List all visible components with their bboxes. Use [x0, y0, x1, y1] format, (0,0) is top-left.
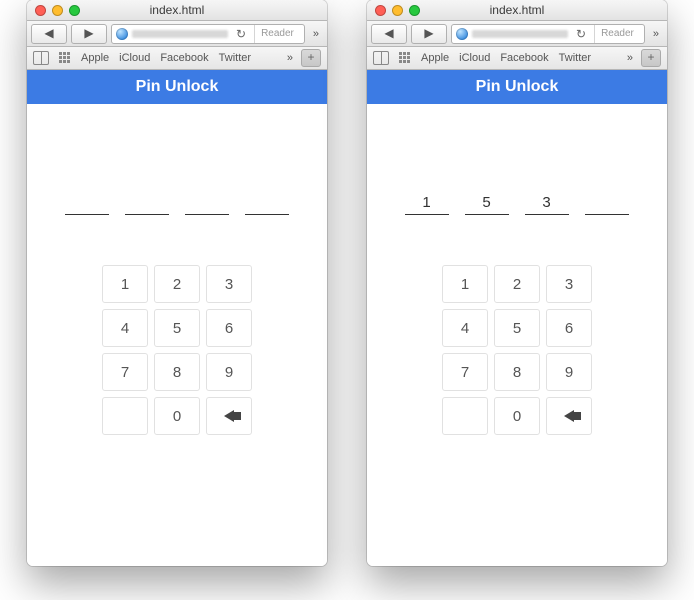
numeric-keypad: 123 456 7890 [102, 265, 252, 435]
bookmark-item[interactable]: Facebook [160, 52, 208, 64]
bookmarks-overflow-icon[interactable]: » [283, 52, 297, 64]
bookmarks-overflow: »+ [623, 49, 661, 67]
app-header: Pin Unlock [367, 70, 667, 104]
keypad-7[interactable]: 7 [442, 353, 488, 391]
top-sites-grid-icon[interactable] [399, 52, 411, 64]
reload-button[interactable]: ↻ [572, 27, 590, 41]
keypad-8[interactable]: 8 [154, 353, 200, 391]
url-text [132, 30, 228, 38]
bookmark-item[interactable]: Facebook [500, 52, 548, 64]
keypad-blank [442, 397, 488, 435]
back-arrow-icon [224, 410, 234, 422]
zoom-window-button[interactable] [69, 5, 80, 16]
keypad-7[interactable]: 7 [102, 353, 148, 391]
bookmark-item[interactable]: Apple [81, 52, 109, 64]
browser-toolbar: ◀▶ ↻ Reader » [367, 21, 667, 47]
window-titlebar: index.html [367, 0, 667, 21]
bookmark-item[interactable]: Apple [421, 52, 449, 64]
pin-digit-slot [125, 194, 169, 215]
traffic-lights [35, 5, 80, 16]
keypad-5[interactable]: 5 [154, 309, 200, 347]
keypad-backspace[interactable] [206, 397, 252, 435]
reader-button[interactable]: Reader [254, 25, 300, 43]
minimize-window-button[interactable] [392, 5, 403, 16]
keypad-4[interactable]: 4 [102, 309, 148, 347]
pin-digit-slot [185, 194, 229, 215]
keypad-9[interactable]: 9 [546, 353, 592, 391]
keypad-5[interactable]: 5 [494, 309, 540, 347]
reader-button[interactable]: Reader [594, 25, 640, 43]
window-titlebar: index.html [27, 0, 327, 21]
new-tab-button[interactable]: + [641, 49, 661, 67]
pin-digit-slot: 5 [465, 194, 509, 215]
browser-window: index.html ◀▶ ↻ Reader » Apple iCloud Facebook T… [27, 0, 327, 566]
site-identity-icon [116, 28, 128, 40]
back-button[interactable]: ◀ [31, 24, 67, 44]
keypad-3[interactable]: 3 [206, 265, 252, 303]
minimize-window-button[interactable] [52, 5, 63, 16]
pin-display: 153 [367, 194, 667, 215]
keypad-0[interactable]: 0 [154, 397, 200, 435]
app-header: Pin Unlock [27, 70, 327, 104]
traffic-lights [375, 5, 420, 16]
bookmarks-overflow-icon[interactable]: » [623, 52, 637, 64]
keypad-backspace[interactable] [546, 397, 592, 435]
pin-display [27, 194, 327, 215]
zoom-window-button[interactable] [409, 5, 420, 16]
keypad-3[interactable]: 3 [546, 265, 592, 303]
address-bar[interactable]: ↻ Reader [111, 24, 305, 44]
keypad-6[interactable]: 6 [546, 309, 592, 347]
web-page: Pin Unlock 123 456 7890 [27, 70, 327, 566]
bookmarks-bar: AppleiCloudFacebookTwitter»+ [27, 47, 327, 70]
reload-button[interactable]: ↻ [232, 27, 250, 41]
keypad-blank [102, 397, 148, 435]
new-tab-button[interactable]: + [301, 49, 321, 67]
keypad-2[interactable]: 2 [494, 265, 540, 303]
keypad-0[interactable]: 0 [494, 397, 540, 435]
close-window-button[interactable] [375, 5, 386, 16]
keypad-8[interactable]: 8 [494, 353, 540, 391]
web-page: Pin Unlock1531234567890 [367, 70, 667, 566]
bookmarks-book-icon[interactable] [33, 51, 49, 65]
keypad-4[interactable]: 4 [442, 309, 488, 347]
forward-button[interactable]: ▶ [71, 24, 107, 44]
site-identity-icon [456, 28, 468, 40]
bookmarks-overflow: »+ [283, 49, 321, 67]
forward-button[interactable]: ▶ [411, 24, 447, 44]
keypad-6[interactable]: 6 [206, 309, 252, 347]
toolbar-overflow-icon[interactable]: » [649, 28, 663, 40]
pin-digit-slot [245, 194, 289, 215]
keypad-9[interactable]: 9 [206, 353, 252, 391]
pin-digit-slot: 3 [525, 194, 569, 215]
address-bar[interactable]: ↻ Reader [451, 24, 645, 44]
pin-digit-slot: 1 [405, 194, 449, 215]
pin-digit-slot [585, 194, 629, 215]
bookmarks-bar: AppleiCloudFacebookTwitter»+ [367, 47, 667, 70]
url-text [472, 30, 568, 38]
pin-digit-slot [65, 194, 109, 215]
bookmark-item[interactable]: Twitter [219, 52, 251, 64]
back-arrow-icon [564, 410, 574, 422]
toolbar-overflow-icon[interactable]: » [309, 28, 323, 40]
back-button[interactable]: ◀ [371, 24, 407, 44]
numeric-keypad: 123 456 7890 [442, 265, 592, 435]
bookmark-item[interactable]: iCloud [119, 52, 150, 64]
browser-toolbar: ◀▶ ↻ Reader » [27, 21, 327, 47]
bookmark-item[interactable]: iCloud [459, 52, 490, 64]
bookmarks-book-icon[interactable] [373, 51, 389, 65]
browser-window: index.html ◀▶ ↻ Reader » Apple iCloud Facebook T… [367, 0, 667, 566]
keypad-1[interactable]: 1 [442, 265, 488, 303]
keypad-2[interactable]: 2 [154, 265, 200, 303]
close-window-button[interactable] [35, 5, 46, 16]
keypad-1[interactable]: 1 [102, 265, 148, 303]
bookmark-item[interactable]: Twitter [559, 52, 591, 64]
top-sites-grid-icon[interactable] [59, 52, 71, 64]
